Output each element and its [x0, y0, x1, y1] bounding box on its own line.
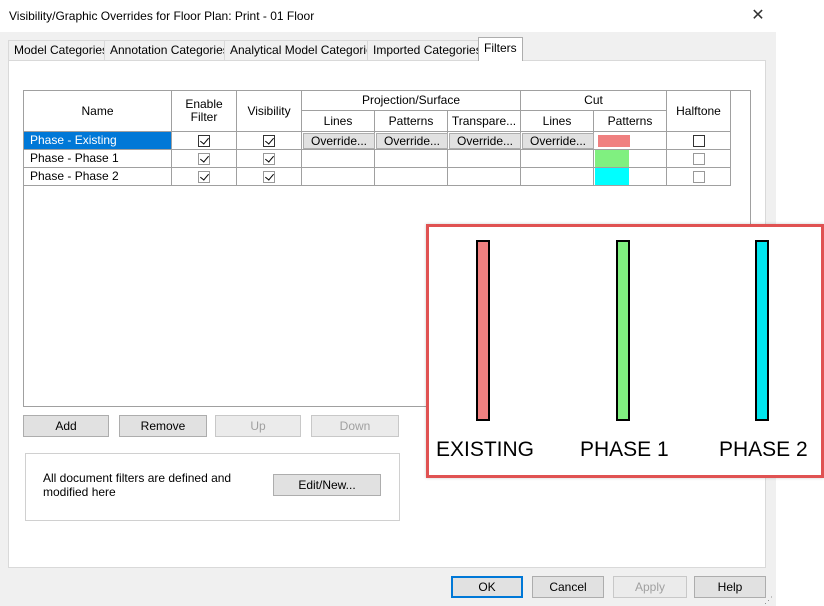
visibility-checkbox[interactable] [263, 152, 275, 165]
enable-filter-cell[interactable] [172, 150, 237, 168]
add-button[interactable]: Add [23, 415, 109, 437]
legend-bar-phase-2 [755, 240, 769, 421]
halftone-checkbox[interactable] [692, 134, 705, 147]
ok-button[interactable]: OK [451, 576, 523, 598]
phase-color-legend: EXISTING PHASE 1 PHASE 2 [426, 224, 824, 478]
tab-analytical-model-categories[interactable]: Analytical Model Categories [224, 40, 385, 60]
edit-new-button[interactable]: Edit/New... [273, 474, 381, 496]
legend-bar-existing [476, 240, 490, 421]
header-projection-surface: Projection/Surface [302, 91, 521, 111]
remove-button[interactable]: Remove [119, 415, 207, 437]
enable-filter-checkbox[interactable] [198, 134, 210, 147]
projection-lines-override-button[interactable]: Override... [303, 133, 375, 149]
header-enable-filter[interactable]: Enable Filter [172, 91, 237, 132]
title-bar: Visibility/Graphic Overrides for Floor P… [0, 0, 776, 32]
header-projection-lines: Lines [302, 111, 375, 132]
filters-note: All document filters are defined and mod… [43, 471, 232, 499]
header-cut-lines: Lines [521, 111, 594, 132]
enable-filter-checkbox[interactable] [198, 170, 210, 183]
projection-transparency-override-button[interactable]: Override... [449, 133, 521, 149]
header-halftone[interactable]: Halftone [667, 91, 731, 132]
proj-patterns-cell[interactable] [375, 168, 448, 186]
halftone-cell[interactable] [667, 168, 731, 186]
up-button[interactable]: Up [215, 415, 301, 437]
header-projection-transparency: Transpare... [448, 111, 521, 132]
window-title: Visibility/Graphic Overrides for Floor P… [9, 9, 315, 23]
visibility-cell[interactable] [237, 150, 302, 168]
header-cut-patterns: Patterns [594, 111, 667, 132]
cut-lines-override-button[interactable]: Override... [522, 133, 594, 149]
down-button[interactable]: Down [311, 415, 399, 437]
enable-filter-cell[interactable] [172, 132, 237, 150]
enable-filter-checkbox[interactable] [198, 152, 210, 165]
legend-label-existing: EXISTING [436, 438, 535, 461]
visibility-cell[interactable] [237, 168, 302, 186]
cut-pattern-swatch-existing[interactable] [598, 135, 630, 147]
legend-bar-phase-1 [616, 240, 630, 421]
apply-button[interactable]: Apply [613, 576, 687, 598]
tab-annotation-categories[interactable]: Annotation Categories [104, 40, 235, 60]
proj-transparency-cell[interactable] [448, 168, 521, 186]
proj-transparency-cell[interactable] [448, 150, 521, 168]
halftone-checkbox[interactable] [692, 152, 705, 165]
row-name-phase-2[interactable]: Phase - Phase 2 [24, 168, 172, 186]
close-icon[interactable]: ✕ [744, 4, 772, 28]
proj-lines-cell[interactable] [302, 150, 375, 168]
visibility-checkbox[interactable] [263, 134, 275, 147]
cancel-button[interactable]: Cancel [532, 576, 604, 598]
resize-grip-icon[interactable]: ⋰ [764, 595, 773, 606]
header-name[interactable]: Name [24, 91, 172, 132]
cut-pattern-swatch-phase-1[interactable] [595, 150, 629, 167]
tab-model-categories[interactable]: Model Categories [8, 40, 115, 60]
halftone-cell[interactable] [667, 132, 731, 150]
row-name-phase-existing[interactable]: Phase - Existing [24, 132, 172, 150]
projection-patterns-override-button[interactable]: Override... [376, 133, 448, 149]
legend-label-phase-1: PHASE 1 [580, 438, 669, 461]
cut-pattern-swatch-phase-2[interactable] [595, 168, 629, 185]
header-projection-patterns: Patterns [375, 111, 448, 132]
help-button[interactable]: Help [694, 576, 766, 598]
tab-filters[interactable]: Filters [478, 37, 523, 61]
enable-filter-cell[interactable] [172, 168, 237, 186]
halftone-cell[interactable] [667, 150, 731, 168]
tab-imported-categories[interactable]: Imported Categories [367, 40, 488, 60]
halftone-checkbox[interactable] [692, 170, 705, 183]
visibility-checkbox[interactable] [263, 170, 275, 183]
proj-patterns-cell[interactable] [375, 150, 448, 168]
proj-lines-cell[interactable] [302, 168, 375, 186]
header-cut: Cut [521, 91, 667, 111]
cut-lines-cell[interactable] [521, 168, 594, 186]
visibility-cell[interactable] [237, 132, 302, 150]
cut-lines-cell[interactable] [521, 150, 594, 168]
row-name-phase-1[interactable]: Phase - Phase 1 [24, 150, 172, 168]
header-visibility[interactable]: Visibility [237, 91, 302, 132]
legend-label-phase-2: PHASE 2 [719, 438, 808, 461]
